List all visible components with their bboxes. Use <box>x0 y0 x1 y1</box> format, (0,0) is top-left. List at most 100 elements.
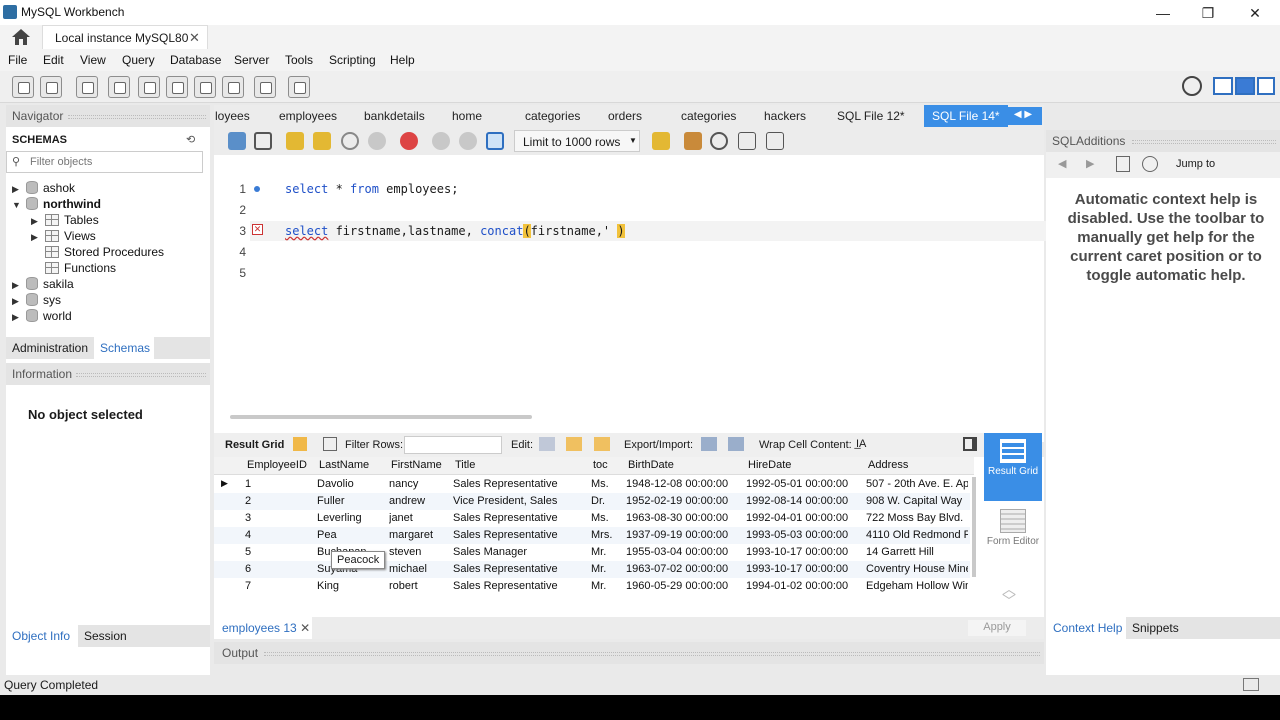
menu-database[interactable]: Database <box>170 53 221 67</box>
table-row[interactable]: 2 Fuller andrew Vice President, Sales Dr. 195… <box>214 493 970 510</box>
menu-file[interactable]: File <box>8 53 27 67</box>
column-header[interactable]: toc <box>593 459 608 471</box>
table-cell[interactable]: 1993-10-17 00:00:00 <box>746 546 862 558</box>
export-icon[interactable] <box>701 437 717 451</box>
schema-world[interactable]: ▶ world <box>12 309 72 323</box>
column-header[interactable]: Title <box>455 459 475 471</box>
menu-server[interactable]: Server <box>234 53 269 67</box>
stop-icon[interactable] <box>368 132 386 150</box>
delete-row-icon[interactable] <box>594 437 610 451</box>
sql-tab[interactable]: employees <box>279 109 337 123</box>
invisible-chars-icon[interactable] <box>738 132 756 150</box>
table-cell[interactable]: 14 Garrett Hill <box>866 546 968 558</box>
table-cell[interactable]: 2 <box>245 495 313 507</box>
editor-horizontal-scrollbar[interactable] <box>230 415 532 419</box>
schema-sakila[interactable]: ▶ sakila <box>12 277 74 291</box>
table-row[interactable]: 4 Pea margaret Sales Representative Mrs. 1937… <box>214 527 970 544</box>
table-cell[interactable]: 1963-07-02 00:00:00 <box>626 563 742 575</box>
table-row[interactable]: 6 Suyama michael Sales Representative Mr. 196… <box>214 561 970 578</box>
table-cell[interactable]: 1963-08-30 00:00:00 <box>626 512 742 524</box>
table-cell[interactable]: 722 Moss Bay Blvd. <box>866 512 968 524</box>
table-cell[interactable]: Pea <box>317 529 385 541</box>
table-cell[interactable]: 1948-12-08 00:00:00 <box>626 478 742 490</box>
autocommit-icon[interactable] <box>486 132 504 150</box>
table-cell[interactable]: Fuller <box>317 495 385 507</box>
sql-tab[interactable]: categories <box>525 109 580 123</box>
execute-icon[interactable] <box>286 132 304 150</box>
sql-tab-active[interactable]: SQL File 14* <box>924 105 1008 127</box>
table-cell[interactable]: 1955-03-04 00:00:00 <box>626 546 742 558</box>
add-row-icon[interactable] <box>566 437 582 451</box>
filter-objects-field[interactable]: ⚲ Filter objects <box>6 151 203 173</box>
table-cell[interactable]: Sales Representative <box>453 580 587 592</box>
tab-context-help[interactable]: Context Help <box>1046 617 1126 639</box>
table-cell[interactable]: Coventry House Mine <box>866 563 968 575</box>
tab-object-info[interactable]: Object Info <box>6 625 78 647</box>
sql-tab[interactable]: bankdetails <box>364 109 425 123</box>
schema-ashok[interactable]: ▶ ashok <box>12 181 75 195</box>
table-cell[interactable]: 908 W. Capital Way <box>866 495 968 507</box>
table-cell[interactable]: 3 <box>245 512 313 524</box>
sql-tab[interactable]: orders <box>608 109 642 123</box>
table-cell[interactable]: Dr. <box>591 495 622 507</box>
table-cell[interactable]: 1937-09-19 00:00:00 <box>626 529 742 541</box>
table-cell[interactable]: nancy <box>389 478 449 490</box>
table-cell[interactable]: Edgeham Hollow Wind <box>866 580 968 592</box>
column-header[interactable]: FirstName <box>391 459 442 471</box>
northwind-functions[interactable]: Functions <box>45 261 116 275</box>
northwind-tables[interactable]: ▶ Tables <box>31 213 99 227</box>
scroll-more-icon[interactable]: ︿ ﹀ <box>1002 582 1016 608</box>
filter-rows-input[interactable] <box>404 436 502 454</box>
table-cell[interactable]: janet <box>389 512 449 524</box>
table-cell[interactable]: andrew <box>389 495 449 507</box>
sql-tab[interactable]: SQL File 12* <box>837 109 905 123</box>
execute-current-icon[interactable] <box>313 132 331 150</box>
menu-tools[interactable]: Tools <box>285 53 313 67</box>
close-window-button[interactable]: ✕ <box>1240 3 1270 23</box>
table-cell[interactable]: Mrs. <box>591 529 622 541</box>
menu-scripting[interactable]: Scripting <box>329 53 376 67</box>
table-cell[interactable]: 1993-10-17 00:00:00 <box>746 563 862 575</box>
toggle-secondary-sidebar-icon[interactable] <box>1257 77 1275 95</box>
toggle-output-icon[interactable] <box>1235 77 1255 95</box>
jump-to-label[interactable]: Jump to <box>1176 158 1215 170</box>
schema-sys[interactable]: ▶ sys <box>12 293 61 307</box>
table-cell[interactable]: Sales Representative <box>453 478 587 490</box>
northwind-views[interactable]: ▶ Views <box>31 229 96 243</box>
reconnect-icon[interactable] <box>288 76 310 98</box>
table-cell[interactable]: 1960-05-29 00:00:00 <box>626 580 742 592</box>
menu-help[interactable]: Help <box>390 53 415 67</box>
table-cell[interactable]: 1993-05-03 00:00:00 <box>746 529 862 541</box>
home-icon[interactable] <box>8 27 34 47</box>
menu-view[interactable]: View <box>80 53 106 67</box>
sql-tab[interactable]: hackers <box>764 109 806 123</box>
refresh-schemas-icon[interactable]: ⟲ <box>186 133 195 146</box>
menu-edit[interactable]: Edit <box>43 53 64 67</box>
sql-tab[interactable]: categories <box>681 109 736 123</box>
table-cell[interactable]: 7 <box>245 580 313 592</box>
table-cell[interactable]: 1952-02-19 00:00:00 <box>626 495 742 507</box>
close-connection-tab-icon[interactable]: ✕ <box>189 30 200 46</box>
grid-vertical-scrollbar[interactable] <box>972 477 976 577</box>
collapse-arrow-icon[interactable]: ▼ <box>12 200 22 210</box>
save-icon[interactable] <box>254 132 272 150</box>
tab-administration[interactable]: Administration <box>6 337 94 359</box>
rollback-icon[interactable] <box>459 132 477 150</box>
table-cell[interactable]: Mr. <box>591 563 622 575</box>
new-sql-tab-icon[interactable] <box>12 76 34 98</box>
create-view-icon[interactable] <box>166 76 188 98</box>
forward-icon[interactable]: ▶ <box>1086 157 1094 170</box>
column-header[interactable]: LastName <box>319 459 369 471</box>
status-panel-icon[interactable] <box>1243 678 1259 691</box>
create-function-icon[interactable] <box>222 76 244 98</box>
limit-rows-select[interactable]: Limit to 1000 rows ▼ <box>514 130 640 152</box>
northwind-stored-procedures[interactable]: Stored Procedures <box>45 245 164 259</box>
sql-tab[interactable]: loyees <box>215 109 250 123</box>
search-table-data-icon[interactable] <box>254 76 276 98</box>
create-table-icon[interactable] <box>138 76 160 98</box>
result-grid-button[interactable]: Result Grid <box>984 433 1042 501</box>
table-cell[interactable]: Sales Manager <box>453 546 587 558</box>
grid-icon[interactable] <box>293 437 307 451</box>
auto-help-icon[interactable] <box>1142 156 1158 172</box>
table-cell[interactable]: King <box>317 580 385 592</box>
